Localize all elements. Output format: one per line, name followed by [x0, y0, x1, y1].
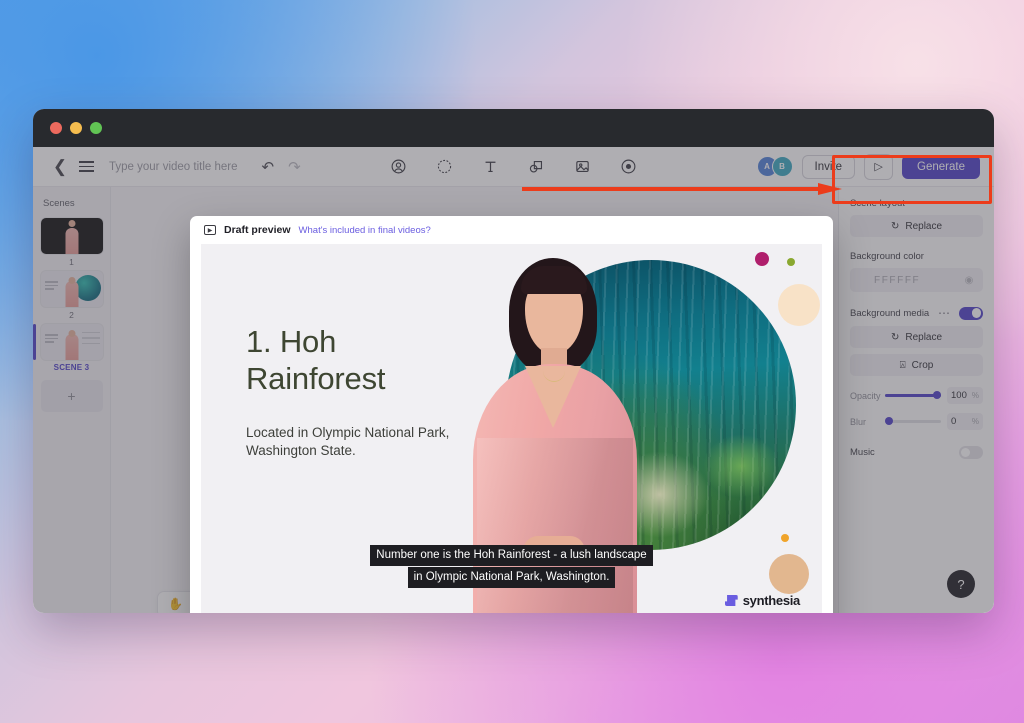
synthesia-logo-text: synthesia — [742, 593, 801, 608]
close-window-button[interactable] — [50, 122, 62, 134]
whats-included-link[interactable]: What's included in final videos? — [299, 225, 431, 236]
slide-heading: 1. Hoh Rainforest — [246, 324, 385, 397]
modal-header: ▶ Draft preview What's included in final… — [190, 216, 833, 244]
synthesia-logo-icon — [724, 595, 738, 606]
synthesia-logo: synthesia — [724, 593, 801, 608]
magenta-dot-icon — [755, 252, 769, 266]
minimize-window-button[interactable] — [70, 122, 82, 134]
modal-title: Draft preview — [224, 224, 291, 236]
window-titlebar — [33, 109, 994, 147]
orange-dot-icon — [781, 534, 789, 542]
caption-line: in Olympic National Park, Washington. — [407, 566, 616, 588]
presenter-fringe — [521, 266, 587, 294]
forest-moss-highlight — [703, 434, 779, 498]
caption-overlay: Number one is the Hoh Rainforest - a lus… — [201, 544, 822, 588]
slide-heading-line2: Rainforest — [246, 360, 386, 396]
caption-line-wrap: in Olympic National Park, Washington. — [201, 566, 822, 588]
olive-dot-icon — [787, 258, 795, 266]
slide-preview: 1. Hoh Rainforest Located in Olympic Nat… — [201, 244, 822, 613]
draft-preview-modal: ▶ Draft preview What's included in final… — [190, 216, 833, 613]
caption-line-wrap: Number one is the Hoh Rainforest - a lus… — [201, 544, 822, 566]
video-preview-icon: ▶ — [204, 225, 216, 235]
app-window: ❮ Type your video title here ↶ ↷ A B Inv… — [33, 109, 994, 613]
slide-heading-line1: 1. Hoh — [246, 324, 337, 359]
maximize-window-button[interactable] — [90, 122, 102, 134]
app-body: ❮ Type your video title here ↶ ↷ A B Inv… — [33, 147, 994, 613]
peach-circle-icon — [778, 284, 820, 326]
slide-subtitle: Located in Olympic National Park, Washin… — [246, 425, 450, 459]
caption-line: Number one is the Hoh Rainforest - a lus… — [370, 544, 653, 566]
